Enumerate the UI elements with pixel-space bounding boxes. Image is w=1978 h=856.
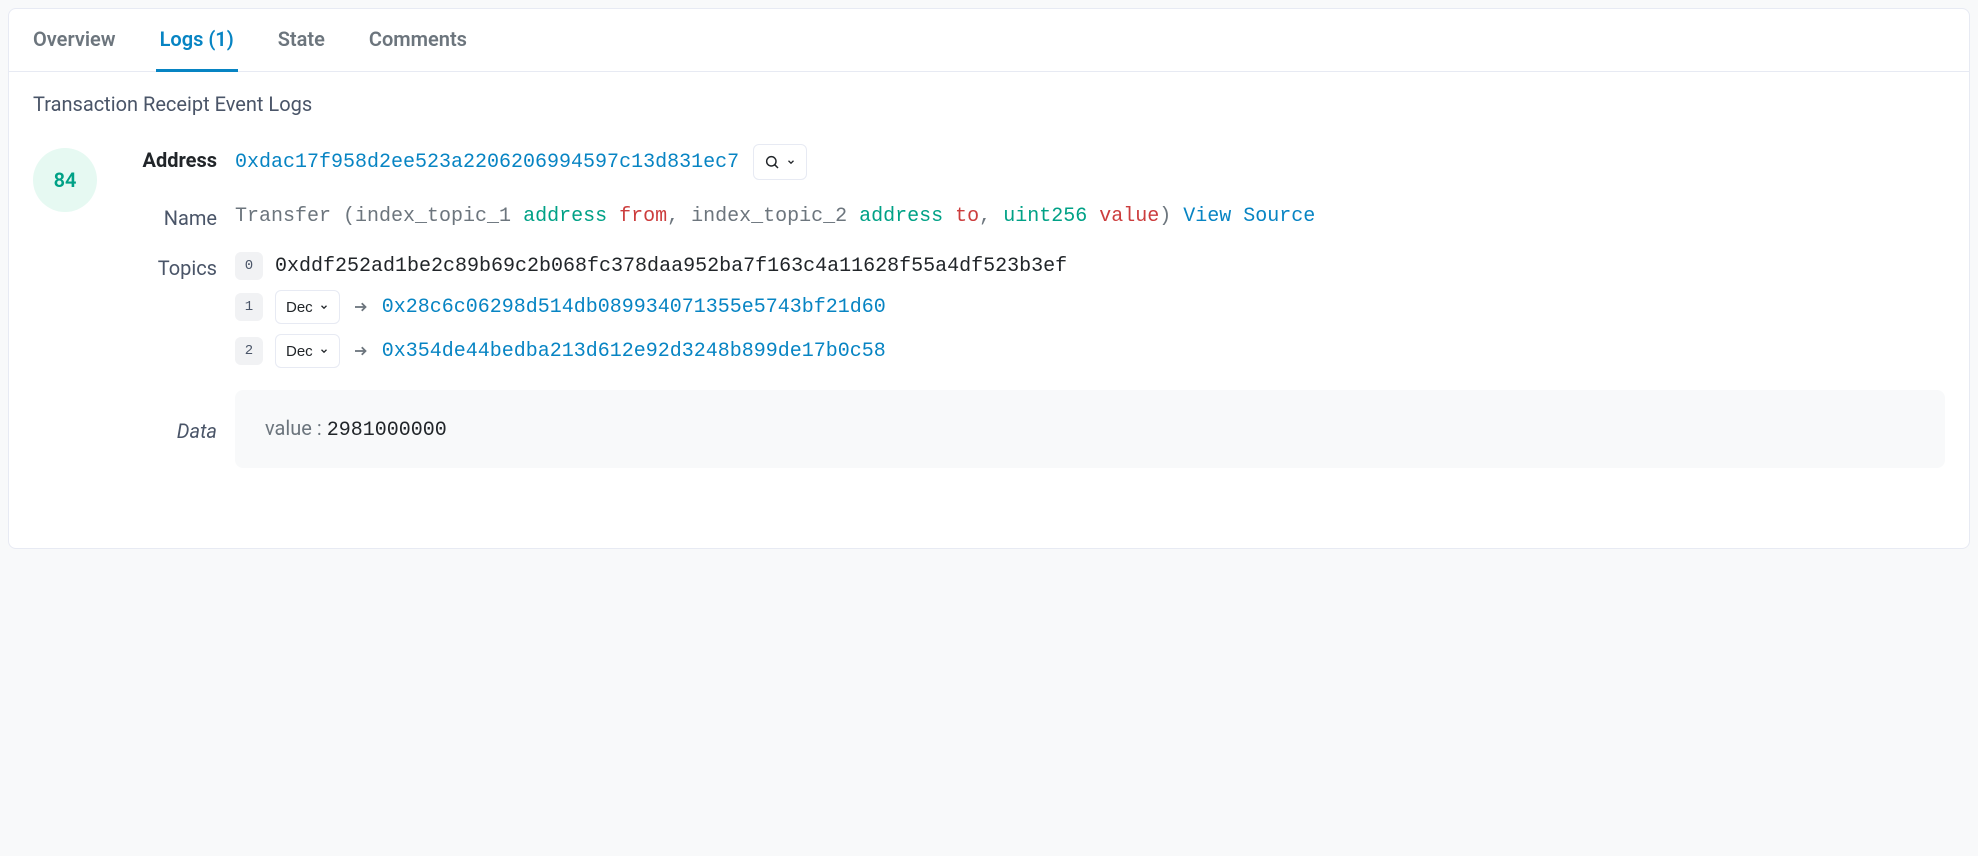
log-row-address: Address 0xdac17f958d2ee523a2206206994597… bbox=[125, 144, 1945, 180]
data-box: value : 2981000000 bbox=[235, 390, 1945, 468]
log-body: Address 0xdac17f958d2ee523a2206206994597… bbox=[125, 144, 1945, 468]
event-signature: Transfer (index_topic_1 address from, in… bbox=[235, 202, 1945, 228]
chevron-down-icon bbox=[319, 343, 329, 360]
tab-comments[interactable]: Comments bbox=[365, 9, 471, 72]
topic-decoded-address[interactable]: 0x354de44bedba213d612e92d3248b899de17b0c… bbox=[382, 340, 886, 363]
address-link[interactable]: 0xdac17f958d2ee523a2206206994597c13d831e… bbox=[235, 151, 739, 174]
transaction-logs-card: Overview Logs (1) State Comments Transac… bbox=[8, 8, 1970, 549]
topic-hash: 0xddf252ad1be2c89b69c2b068fc378daa952ba7… bbox=[275, 255, 1067, 278]
topic-index-badge: 1 bbox=[235, 293, 263, 321]
arrow-right-icon bbox=[352, 298, 370, 316]
log-index-badge: 84 bbox=[33, 148, 97, 212]
log-row-name: Name Transfer (index_topic_1 address fro… bbox=[125, 202, 1945, 230]
label-topics: Topics bbox=[125, 252, 235, 280]
topic-2: 2 Dec 0x354de44bedba213d612e92d3248b899d bbox=[235, 334, 1945, 368]
tab-state[interactable]: State bbox=[274, 9, 329, 72]
topic-index-badge: 2 bbox=[235, 337, 263, 365]
topic-index-badge: 0 bbox=[235, 252, 263, 280]
topic-decoded-address[interactable]: 0x28c6c06298d514db089934071355e5743bf21d… bbox=[382, 296, 886, 319]
topic-1: 1 Dec 0x28c6c06298d514db089934071355e574 bbox=[235, 290, 1945, 324]
tab-overview[interactable]: Overview bbox=[29, 9, 120, 72]
log-row-topics: Topics 0 0xddf252ad1be2c89b69c2b068fc378… bbox=[125, 252, 1945, 368]
chevron-down-icon bbox=[319, 299, 329, 316]
tab-bar: Overview Logs (1) State Comments bbox=[9, 9, 1969, 72]
topic-0: 0 0xddf252ad1be2c89b69c2b068fc378daa952b… bbox=[235, 252, 1945, 280]
decode-format-selector[interactable]: Dec bbox=[275, 334, 340, 368]
log-entry: 84 Address 0xdac17f958d2ee523a2206206994… bbox=[33, 144, 1945, 468]
view-source-link[interactable]: View Source bbox=[1183, 205, 1315, 228]
tab-logs[interactable]: Logs (1) bbox=[156, 9, 238, 72]
search-icon bbox=[764, 154, 780, 170]
log-row-data: Data value : 2981000000 bbox=[125, 390, 1945, 468]
label-data: Data bbox=[125, 415, 235, 443]
decode-format-selector[interactable]: Dec bbox=[275, 290, 340, 324]
section-title: Transaction Receipt Event Logs bbox=[33, 92, 1945, 116]
label-address: Address bbox=[125, 144, 235, 172]
chevron-down-icon bbox=[786, 157, 796, 167]
data-value: 2981000000 bbox=[327, 419, 447, 442]
arrow-right-icon bbox=[352, 342, 370, 360]
label-name: Name bbox=[125, 202, 235, 230]
data-key: value bbox=[265, 416, 312, 440]
address-search-dropdown[interactable] bbox=[753, 144, 807, 180]
content-area: Transaction Receipt Event Logs 84 Addres… bbox=[9, 72, 1969, 548]
